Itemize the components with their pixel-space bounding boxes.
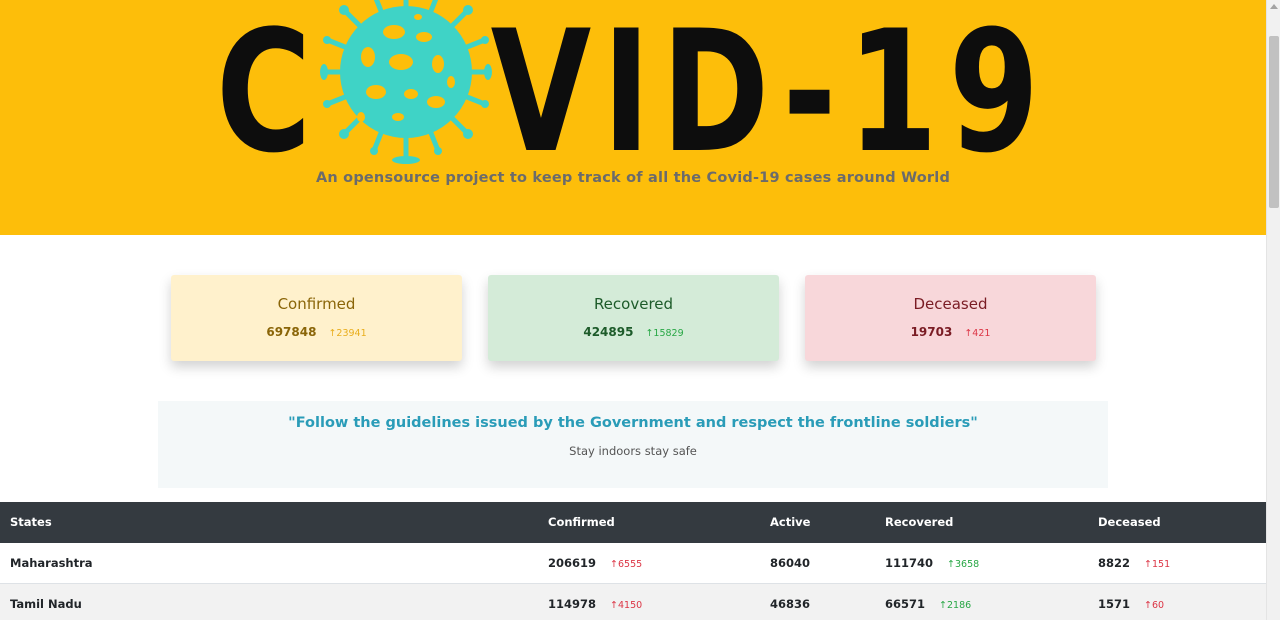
scrollbar-thumb[interactable] bbox=[1269, 36, 1279, 208]
active-cell: 46836 bbox=[770, 597, 811, 611]
confirmed-delta: ↑6555 bbox=[610, 559, 642, 570]
deceased-delta-value: 421 bbox=[972, 328, 991, 339]
confirmed-delta-value: 4150 bbox=[617, 600, 643, 611]
table-row[interactable]: Maharashtra 206619 ↑6555 86040 111740 ↑365… bbox=[0, 543, 1266, 584]
confirmed-delta-value: 6555 bbox=[617, 559, 643, 570]
confirmed-count: 697848 ↑23941 bbox=[171, 325, 462, 339]
arrow-up-icon: ↑ bbox=[610, 559, 618, 570]
deceased-value: 8822 bbox=[1098, 556, 1131, 570]
deceased-delta: ↑60 bbox=[1144, 600, 1164, 611]
recovered-cell: 111740 ↑3658 bbox=[885, 543, 979, 585]
recovered-delta: ↑3658 bbox=[947, 559, 979, 570]
deceased-count: 19703 ↑421 bbox=[805, 325, 1096, 339]
table-header: States Confirmed Active Recovered Deceas… bbox=[0, 502, 1266, 543]
active-cell: 86040 bbox=[770, 556, 811, 570]
confirmed-cell: 206619 ↑6555 bbox=[548, 543, 642, 585]
hero-banner: C VID-19 An opensource project to keep t… bbox=[0, 0, 1266, 235]
state-name: Tamil Nadu bbox=[10, 597, 82, 611]
confirmed-delta: ↑23941 bbox=[328, 328, 366, 339]
recovered-value: 111740 bbox=[885, 556, 934, 570]
deceased-delta: ↑421 bbox=[964, 328, 990, 339]
recovered-count: 424895 ↑15829 bbox=[488, 325, 779, 339]
deceased-value: 19703 bbox=[910, 325, 953, 339]
recovered-title: Recovered bbox=[593, 295, 674, 313]
state-name: Maharashtra bbox=[10, 556, 93, 570]
stay-safe-text: Stay indoors stay safe bbox=[569, 444, 697, 458]
recovered-delta: ↑15829 bbox=[645, 328, 683, 339]
page: C VID-19 An opensource project to keep t… bbox=[0, 0, 1266, 620]
recovered-delta-value: 15829 bbox=[653, 328, 684, 339]
recovered-value: 66571 bbox=[885, 597, 926, 611]
vertical-scrollbar[interactable] bbox=[1266, 0, 1280, 620]
arrow-up-icon: ↑ bbox=[939, 600, 947, 611]
arrow-up-icon: ↑ bbox=[1144, 559, 1152, 570]
deceased-card: Deceased 19703 ↑421 bbox=[805, 275, 1096, 361]
confirmed-title: Confirmed bbox=[277, 295, 356, 313]
deceased-cell: 1571 ↑60 bbox=[1098, 584, 1164, 620]
deceased-delta-value: 151 bbox=[1151, 559, 1171, 570]
confirmed-value: 697848 bbox=[266, 325, 317, 339]
recovered-delta-value: 2186 bbox=[946, 600, 972, 611]
confirmed-value: 206619 bbox=[548, 556, 597, 570]
header-active[interactable]: Active bbox=[770, 502, 810, 543]
confirmed-delta: ↑4150 bbox=[610, 600, 642, 611]
confirmed-cell: 114978 ↑4150 bbox=[548, 584, 642, 620]
states-table: States Confirmed Active Recovered Deceas… bbox=[0, 502, 1266, 620]
confirmed-value: 114978 bbox=[548, 597, 597, 611]
deceased-delta: ↑151 bbox=[1144, 559, 1170, 570]
guideline-quote-box: "Follow the guidelines issued by the Gov… bbox=[158, 401, 1108, 488]
confirmed-card: Confirmed 697848 ↑23941 bbox=[171, 275, 462, 361]
deceased-cell: 8822 ↑151 bbox=[1098, 543, 1170, 585]
tagline: An opensource project to keep track of a… bbox=[315, 170, 951, 186]
recovered-value: 424895 bbox=[583, 325, 634, 339]
arrow-up-icon: ↑ bbox=[610, 600, 618, 611]
covid-logo: C VID-19 bbox=[216, 0, 1050, 170]
recovered-delta: ↑2186 bbox=[939, 600, 971, 611]
deceased-title: Deceased bbox=[913, 295, 988, 313]
header-deceased[interactable]: Deceased bbox=[1098, 502, 1161, 543]
arrow-up-icon: ↑ bbox=[1144, 600, 1152, 611]
arrow-up-icon: ↑ bbox=[947, 559, 955, 570]
deceased-value: 1571 bbox=[1098, 597, 1131, 611]
header-confirmed[interactable]: Confirmed bbox=[548, 502, 615, 543]
logo-text: C VID-19 bbox=[216, 0, 1050, 170]
header-states[interactable]: States bbox=[10, 502, 52, 543]
recovered-card: Recovered 424895 ↑15829 bbox=[488, 275, 779, 361]
deceased-delta-value: 60 bbox=[1151, 600, 1165, 611]
table-row[interactable]: Tamil Nadu 114978 ↑4150 46836 66571 ↑2186 … bbox=[0, 584, 1266, 620]
recovered-delta-value: 3658 bbox=[954, 559, 980, 570]
confirmed-delta-value: 23941 bbox=[336, 328, 367, 339]
scroll-up-arrow-icon[interactable] bbox=[1270, 4, 1278, 9]
header-recovered[interactable]: Recovered bbox=[885, 502, 953, 543]
guideline-quote: "Follow the guidelines issued by the Gov… bbox=[288, 415, 978, 431]
recovered-cell: 66571 ↑2186 bbox=[885, 584, 971, 620]
